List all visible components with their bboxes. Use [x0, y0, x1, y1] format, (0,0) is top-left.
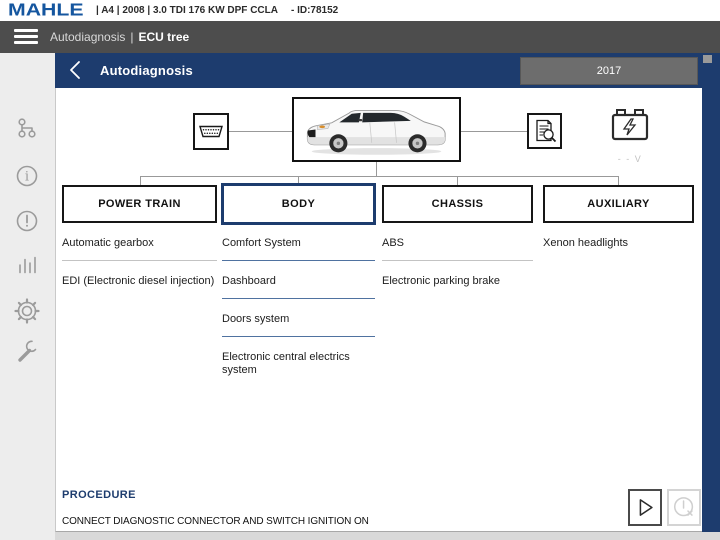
list-item[interactable]: Xenon headlights: [543, 237, 694, 260]
tools-icon[interactable]: [12, 339, 42, 369]
mahle-logo: MAHLE: [8, 0, 84, 20]
sidebar: i: [0, 53, 55, 540]
page-title: Autodiagnosis: [100, 63, 193, 78]
info-icon[interactable]: i: [12, 161, 42, 191]
connector-line: [229, 131, 292, 132]
tree-connector: [140, 176, 619, 177]
category-column-chassis: ABS Electronic parking brake: [382, 237, 533, 298]
hamburger-menu-icon[interactable]: [14, 29, 38, 45]
svg-text:i: i: [25, 170, 29, 185]
breadcrumb-current: ECU tree: [138, 30, 190, 44]
list-item[interactable]: ABS: [382, 237, 533, 261]
ecu-tree-icon[interactable]: [12, 115, 42, 145]
list-item[interactable]: Comfort System: [222, 237, 375, 261]
vehicle-image: [292, 97, 461, 162]
obd-connector-icon: [193, 113, 229, 150]
category-button-power-train[interactable]: POWER TRAIN: [62, 185, 217, 223]
connector-line: [461, 131, 527, 132]
diagnostic-report-icon: [527, 113, 562, 149]
category-button-body[interactable]: BODY: [221, 183, 376, 225]
run-procedure-button[interactable]: [628, 489, 662, 526]
warning-icon[interactable]: [12, 206, 42, 236]
category-button-auxiliary[interactable]: AUXILIARY: [543, 185, 694, 223]
bottom-strip: [55, 532, 720, 540]
procedure-label: PROCEDURE: [62, 489, 136, 501]
vehicle-id: - ID:78152: [290, 5, 339, 16]
procedure-instruction: CONNECT DIAGNOSTIC CONNECTOR AND SWITCH …: [62, 516, 369, 527]
vehicle-description: | A4 | 2008 | 3.0 TDI 176 KW DPF CCLA: [96, 5, 278, 16]
tree-connector: [457, 176, 458, 185]
vehicle-info: | A4 | 2008 | 3.0 TDI 176 KW DPF CCLA - I…: [96, 0, 338, 21]
battery-status: - - V: [607, 106, 653, 164]
scrollbar-track[interactable]: [702, 53, 720, 533]
breadcrumb: Autodiagnosis | ECU tree: [50, 21, 189, 53]
list-item[interactable]: Doors system: [222, 299, 375, 337]
nav-bar: Autodiagnosis | ECU tree: [0, 21, 720, 53]
list-item[interactable]: Electronic central electrics system: [222, 337, 375, 387]
app-window: MAHLE | A4 | 2008 | 3.0 TDI 176 KW DPF C…: [0, 0, 720, 540]
battery-voltage: - - V: [617, 154, 643, 164]
year-button[interactable]: 2017: [520, 57, 698, 85]
breadcrumb-parent: Autodiagnosis: [50, 30, 126, 44]
top-bar: MAHLE | A4 | 2008 | 3.0 TDI 176 KW DPF C…: [0, 0, 720, 21]
tree-connector: [140, 176, 141, 185]
battery-icon: [611, 109, 649, 141]
settings-icon[interactable]: [12, 296, 42, 326]
list-item[interactable]: Dashboard: [222, 261, 375, 299]
category-column-auxiliary: Xenon headlights: [543, 237, 694, 260]
category-column-power-train: Automatic gearbox EDI (Electronic diesel …: [62, 237, 217, 298]
scrollbar-thumb[interactable]: [703, 55, 712, 63]
clear-faults-icon: [673, 496, 694, 516]
list-item[interactable]: Automatic gearbox: [62, 237, 217, 261]
tree-connector: [618, 176, 619, 185]
statistics-icon[interactable]: [12, 251, 42, 281]
tree-connector: [376, 162, 377, 176]
clear-faults-button[interactable]: [667, 489, 701, 526]
category-button-chassis[interactable]: CHASSIS: [382, 185, 533, 223]
play-icon: [639, 499, 653, 516]
panel-header: Autodiagnosis 2017: [55, 53, 702, 88]
list-item[interactable]: Electronic parking brake: [382, 261, 533, 298]
back-button[interactable]: [66, 59, 88, 81]
breadcrumb-separator: |: [130, 30, 134, 44]
list-item[interactable]: EDI (Electronic diesel injection): [62, 261, 217, 298]
category-column-body: Comfort System Dashboard Doors system Elect…: [222, 237, 375, 387]
